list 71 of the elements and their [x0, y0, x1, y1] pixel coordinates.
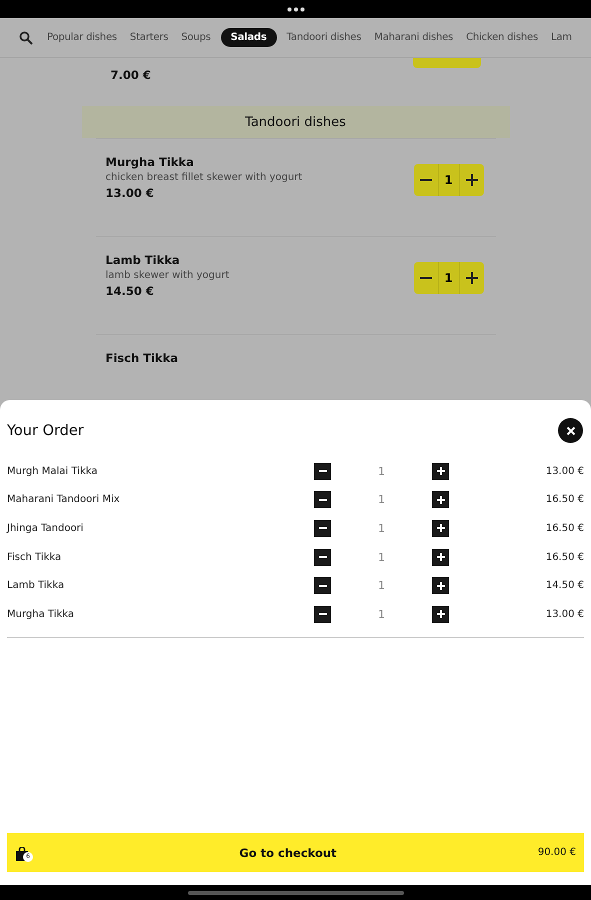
quantity-value: 1	[377, 493, 386, 506]
minus-icon	[420, 277, 432, 279]
minus-button[interactable]	[314, 491, 331, 508]
plus-button[interactable]	[432, 520, 449, 537]
dish-price: 14.50 €	[106, 284, 155, 298]
order-item-price: 13.00 €	[544, 608, 584, 620]
category-tab[interactable]: Chicken dishes	[463, 28, 541, 47]
minus-icon	[318, 556, 326, 558]
minus-icon	[318, 498, 326, 501]
minus-icon	[318, 584, 326, 587]
plus-icon	[466, 272, 478, 284]
dish-name: Fisch Tikka	[106, 351, 178, 365]
minus-button[interactable]	[314, 462, 331, 480]
plus-icon	[436, 467, 444, 476]
plus-button[interactable]	[432, 462, 449, 480]
category-tab[interactable]: Tandoori dishes	[284, 28, 364, 47]
order-item-name: Fisch Tikka	[7, 552, 62, 563]
plus-icon	[466, 174, 478, 186]
order-item-price: 16.50 €	[544, 494, 584, 506]
quantity-value: 1	[377, 579, 386, 592]
section-header: Tandoori dishes	[82, 106, 510, 138]
minus-button[interactable]	[314, 577, 331, 594]
plus-icon	[436, 524, 444, 532]
minus-button[interactable]	[314, 520, 331, 537]
dish-price: 7.00 €	[110, 68, 151, 82]
order-item-name: Jhinga Tandoori	[7, 522, 84, 534]
sheet-title: Your Order	[7, 422, 84, 438]
order-item-name: Lamb Tikka	[7, 580, 66, 592]
quantity-value: 1	[438, 164, 460, 196]
plus-button[interactable]	[432, 606, 449, 623]
order-item-name: Murgh Malai Tikka	[7, 466, 98, 477]
home-indicator[interactable]	[188, 890, 404, 894]
order-item-price: 14.50 €	[544, 580, 584, 592]
close-icon	[566, 426, 576, 436]
minus-button[interactable]	[314, 606, 331, 623]
minus-icon	[318, 527, 326, 530]
plus-icon	[436, 582, 444, 590]
more-icon	[286, 6, 304, 12]
search-icon[interactable]	[19, 30, 33, 44]
minus-icon	[318, 470, 326, 472]
quantity-value: 1	[438, 262, 460, 294]
quantity-value: 1	[377, 464, 386, 478]
order-item-name: Murgha Tikka	[7, 608, 76, 620]
dish-name: Lamb Tikka	[106, 253, 181, 267]
minus-icon	[420, 179, 432, 181]
plus-button[interactable]	[432, 491, 449, 508]
plus-icon	[436, 553, 444, 562]
order-item-price: 16.50 €	[544, 522, 584, 534]
plus-icon	[436, 610, 444, 618]
dish-price: 13.00 €	[106, 186, 155, 200]
dish-description: lamb skewer with yogurt	[106, 270, 230, 281]
order-item-price: 13.00 €	[544, 466, 584, 477]
category-tab[interactable]: Salads	[220, 28, 277, 47]
category-tab[interactable]: Starters	[126, 28, 172, 47]
order-item-name: Maharani Tandoori Mix	[7, 494, 121, 506]
category-tab[interactable]: Maharani dishes	[371, 28, 456, 47]
dish-description: chicken breast fillet skewer with yogurt	[106, 172, 302, 183]
plus-button[interactable]	[432, 577, 449, 594]
category-tab[interactable]: Soups	[178, 28, 214, 47]
quantity-value: 1	[377, 522, 386, 535]
minus-button[interactable]	[314, 548, 331, 566]
quantity-value: 1	[377, 550, 386, 564]
quantity-value: 1	[377, 608, 386, 621]
category-tab[interactable]: Popular dishes	[44, 28, 120, 47]
plus-button[interactable]	[432, 548, 449, 566]
category-tab[interactable]: Lam	[548, 28, 575, 47]
dish-name: Murgha Tikka	[106, 155, 195, 169]
plus-icon	[436, 496, 444, 504]
order-item-price: 16.50 €	[544, 552, 584, 563]
minus-icon	[318, 613, 326, 616]
close-button[interactable]	[558, 418, 583, 443]
